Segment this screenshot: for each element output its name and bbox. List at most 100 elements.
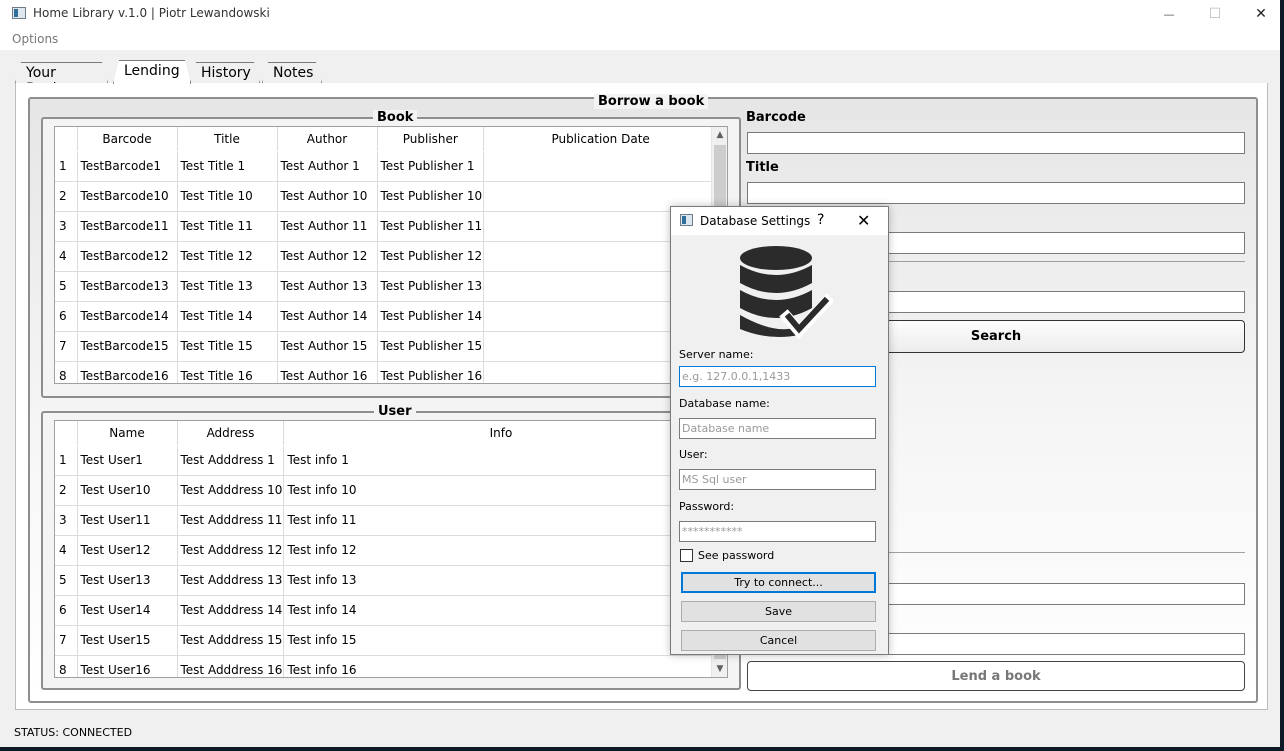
cell-info[interactable]: Test info 14 (283, 595, 719, 626)
cell-author[interactable]: Test Author 12 (277, 241, 378, 272)
table-row[interactable]: 6 Test User14 Test Adddress 14 Test info… (55, 595, 719, 626)
title-input[interactable] (747, 182, 1245, 204)
row-number[interactable]: 1 (55, 151, 78, 182)
cell-barcode[interactable]: TestBarcode14 (77, 301, 178, 332)
table-row[interactable]: 7 TestBarcode15 Test Title 15 Test Autho… (55, 331, 719, 362)
see-password-checkbox[interactable] (680, 549, 693, 562)
cell-address[interactable]: Test Adddress 16 (177, 655, 285, 677)
cell-publisher[interactable]: Test Publisher 14 (377, 301, 485, 332)
cell-info[interactable]: Test info 15 (283, 625, 719, 656)
maximize-button[interactable]: ☐ (1192, 0, 1238, 28)
cell-info[interactable]: Test info 11 (283, 505, 719, 536)
lend-book-button[interactable]: Lend a book (747, 661, 1245, 691)
cell-author[interactable]: Test Author 10 (277, 181, 378, 212)
scroll-up-icon[interactable]: ▲ (712, 127, 727, 143)
cell-publisher[interactable]: Test Publisher 10 (377, 181, 485, 212)
table-row[interactable]: 1 TestBarcode1 Test Title 1 Test Author … (55, 151, 719, 182)
cell-info[interactable]: Test info 10 (283, 475, 719, 506)
scroll-down-icon[interactable]: ▼ (712, 661, 727, 677)
column-header[interactable]: Author (277, 127, 378, 152)
table-row[interactable]: 8 TestBarcode16 Test Title 16 Test Autho… (55, 361, 719, 383)
cell-name[interactable]: Test User16 (77, 655, 178, 677)
table-row[interactable]: 4 TestBarcode12 Test Title 12 Test Autho… (55, 241, 719, 272)
table-row[interactable]: 5 Test User13 Test Adddress 13 Test info… (55, 565, 719, 596)
save-button[interactable]: Save (681, 601, 876, 622)
cell-name[interactable]: Test User13 (77, 565, 178, 596)
table-row[interactable]: 6 TestBarcode14 Test Title 14 Test Autho… (55, 301, 719, 332)
cell-title[interactable]: Test Title 12 (177, 241, 278, 272)
column-header[interactable]: Info (283, 421, 719, 446)
cell-publisher[interactable]: Test Publisher 11 (377, 211, 485, 242)
cell-barcode[interactable]: TestBarcode13 (77, 271, 178, 302)
cell-publisher[interactable]: Test Publisher 13 (377, 271, 485, 302)
column-header[interactable]: Publisher (377, 127, 485, 152)
cell-name[interactable]: Test User1 (77, 445, 178, 476)
cell-address[interactable]: Test Adddress 15 (177, 625, 285, 656)
cell-info[interactable]: Test info 1 (283, 445, 719, 476)
cell-publisher[interactable]: Test Publisher 15 (377, 331, 485, 362)
try-to-connect-button[interactable]: Try to connect... (681, 572, 876, 593)
tab-lending[interactable]: Lending (113, 60, 191, 84)
cell-name[interactable]: Test User10 (77, 475, 178, 506)
table-row[interactable]: 7 Test User15 Test Adddress 15 Test info… (55, 625, 719, 656)
cell-name[interactable]: Test User12 (77, 535, 178, 566)
column-header[interactable]: Name (77, 421, 178, 446)
cell-address[interactable]: Test Adddress 13 (177, 565, 285, 596)
row-number[interactable]: 5 (55, 271, 78, 302)
cell-publisher[interactable]: Test Publisher 1 (377, 151, 485, 182)
cell-author[interactable]: Test Author 13 (277, 271, 378, 302)
cell-author[interactable]: Test Author 14 (277, 301, 378, 332)
cell-barcode[interactable]: TestBarcode16 (77, 361, 178, 383)
table-row[interactable]: 5 TestBarcode13 Test Title 13 Test Autho… (55, 271, 719, 302)
row-number[interactable]: 4 (55, 241, 78, 272)
cell-address[interactable]: Test Adddress 14 (177, 595, 285, 626)
menu-options[interactable]: Options (12, 32, 58, 46)
cell-author[interactable]: Test Author 11 (277, 211, 378, 242)
table-row[interactable]: 4 Test User12 Test Adddress 12 Test info… (55, 535, 719, 566)
column-header[interactable]: Address (177, 421, 285, 446)
row-number[interactable]: 3 (55, 505, 78, 536)
table-row[interactable]: 2 Test User10 Test Adddress 10 Test info… (55, 475, 719, 506)
cell-title[interactable]: Test Title 16 (177, 361, 278, 383)
barcode-input[interactable] (747, 132, 1245, 154)
help-icon[interactable]: ? (817, 212, 824, 228)
database-name-input[interactable]: Database name (679, 418, 876, 439)
tab-history[interactable]: History (190, 62, 260, 83)
table-row[interactable]: 3 TestBarcode11 Test Title 11 Test Autho… (55, 211, 719, 242)
cell-barcode[interactable]: TestBarcode11 (77, 211, 178, 242)
close-button[interactable]: ✕ (1238, 0, 1284, 28)
cell-barcode[interactable]: TestBarcode10 (77, 181, 178, 212)
table-row[interactable]: 2 TestBarcode10 Test Title 10 Test Autho… (55, 181, 719, 212)
row-number[interactable]: 3 (55, 211, 78, 242)
cell-address[interactable]: Test Adddress 1 (177, 445, 285, 476)
cell-title[interactable]: Test Title 10 (177, 181, 278, 212)
row-number[interactable]: 1 (55, 445, 78, 476)
row-number[interactable]: 6 (55, 301, 78, 332)
cell-address[interactable]: Test Adddress 12 (177, 535, 285, 566)
cell-barcode[interactable]: TestBarcode12 (77, 241, 178, 272)
row-number[interactable]: 8 (55, 655, 78, 677)
cell-address[interactable]: Test Adddress 10 (177, 475, 285, 506)
cell-name[interactable]: Test User14 (77, 595, 178, 626)
table-row[interactable]: 3 Test User11 Test Adddress 11 Test info… (55, 505, 719, 536)
cell-author[interactable]: Test Author 16 (277, 361, 378, 383)
table-row[interactable]: 1 Test User1 Test Adddress 1 Test info 1 (55, 445, 719, 476)
cell-name[interactable]: Test User15 (77, 625, 178, 656)
cell-title[interactable]: Test Title 14 (177, 301, 278, 332)
cell-name[interactable]: Test User11 (77, 505, 178, 536)
user-input[interactable]: MS Sql user (679, 469, 876, 490)
row-number[interactable]: 2 (55, 181, 78, 212)
cell-info[interactable]: Test info 12 (283, 535, 719, 566)
cell-title[interactable]: Test Title 1 (177, 151, 278, 182)
row-number[interactable]: 5 (55, 565, 78, 596)
cell-author[interactable]: Test Author 15 (277, 331, 378, 362)
cell-info[interactable]: Test info 16 (283, 655, 719, 677)
column-header[interactable]: Title (177, 127, 278, 152)
cancel-button[interactable]: Cancel (681, 630, 876, 651)
cell-title[interactable]: Test Title 15 (177, 331, 278, 362)
row-number[interactable]: 6 (55, 595, 78, 626)
row-number[interactable]: 4 (55, 535, 78, 566)
tab-your-books[interactable]: Your Books (15, 62, 108, 83)
row-number[interactable]: 7 (55, 331, 78, 362)
cell-title[interactable]: Test Title 13 (177, 271, 278, 302)
